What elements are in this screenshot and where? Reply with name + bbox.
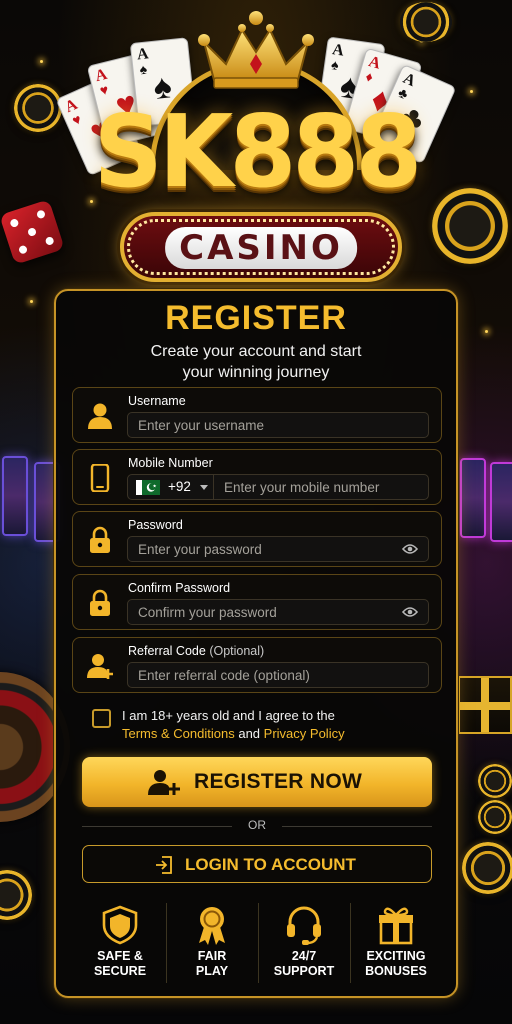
feature-bonuses: EXCITING BONUSES	[350, 897, 442, 989]
casino-badge: CASINO	[120, 212, 402, 282]
slot-machine	[2, 456, 28, 536]
agree-checkbox[interactable]	[92, 709, 111, 728]
register-panel: REGISTER Create your account and start y…	[54, 289, 458, 998]
agreement-text: I am 18+ years old and I agree to the Te…	[122, 707, 345, 743]
privacy-link[interactable]: Privacy Policy	[264, 726, 345, 741]
register-screen: A ♥ ♥ A ♥ ♥ A ♠ ♠ A ♠ ♠ A ♦ ♦ A ♣ ♣ SK888 CASINO	[0, 0, 512, 1024]
confirm-password-field: Confirm Password	[72, 574, 442, 630]
sparkle	[30, 300, 33, 303]
feature-line: 24/7	[291, 949, 317, 963]
poker-chip-icon	[462, 842, 512, 894]
feature-line: SAFE &	[97, 949, 143, 963]
referral-code-label: Referral Code (Optional)	[128, 644, 264, 658]
confirm-password-input-box	[127, 599, 429, 625]
page-title: REGISTER	[165, 299, 347, 337]
gift-icon	[379, 907, 413, 945]
feature-line: SECURE	[93, 964, 147, 978]
lock-icon	[90, 526, 110, 553]
chevron-down-icon	[200, 485, 208, 490]
feature-line: EXCITING	[366, 949, 426, 963]
user-icon	[88, 403, 112, 429]
pakistan-flag-icon	[136, 480, 160, 495]
phone-icon	[90, 464, 110, 492]
username-input-box	[127, 412, 429, 438]
or-divider: OR	[82, 818, 432, 834]
eye-icon[interactable]	[402, 543, 418, 555]
feature-text: FAIR PLAY	[166, 949, 258, 979]
slot-machine	[460, 458, 486, 538]
medal-icon	[199, 907, 225, 945]
headset-icon	[287, 906, 321, 945]
add-user-icon	[148, 770, 180, 795]
confirm-password-input[interactable]	[138, 600, 388, 624]
password-field: Password	[72, 511, 442, 567]
feature-text: EXCITING BONUSES	[350, 949, 442, 979]
mobile-input-box: +92	[127, 474, 429, 500]
logo-text: SK888	[93, 93, 423, 210]
referral-input-box	[127, 662, 429, 688]
gift-box-decor	[458, 676, 512, 734]
feature-line: BONUSES	[365, 964, 427, 978]
sparkle	[40, 60, 43, 63]
feature-line: PLAY	[195, 964, 229, 978]
referral-code-field: Referral Code (Optional)	[72, 637, 442, 693]
add-user-icon	[87, 654, 113, 679]
referral-label-text: Referral Code	[128, 644, 206, 658]
password-input-box	[127, 536, 429, 562]
username-input[interactable]	[138, 413, 388, 437]
and-text: and	[238, 726, 261, 741]
feature-fair-play: FAIR PLAY	[166, 897, 258, 989]
eye-icon[interactable]	[402, 606, 418, 618]
mobile-number-label: Mobile Number	[128, 456, 213, 470]
register-now-button[interactable]: REGISTER NOW	[82, 757, 432, 807]
username-label: Username	[128, 394, 186, 408]
confirm-password-label: Confirm Password	[128, 581, 231, 595]
slot-machine	[490, 462, 512, 542]
subtitle-line: your winning journey	[182, 364, 330, 381]
mobile-number-field: Mobile Number +92	[72, 449, 442, 505]
features-row: SAFE & SECURE FAIR PLAY 24/7 SUPPORT EXC…	[74, 897, 442, 991]
shield-icon	[102, 905, 138, 945]
feature-safe-secure: SAFE & SECURE	[74, 897, 166, 989]
terms-link[interactable]: Terms & Conditions	[122, 726, 235, 741]
country-code-select[interactable]: +92	[128, 475, 214, 499]
agreement-line: I am 18+ years old and I agree to the	[122, 708, 335, 723]
country-code: +92	[168, 479, 191, 494]
poker-chip-icon	[0, 870, 32, 920]
crown-icon	[198, 11, 314, 89]
password-label: Password	[128, 518, 183, 532]
casino-badge-text: CASINO	[165, 227, 357, 269]
username-field: Username	[72, 387, 442, 443]
password-input[interactable]	[138, 537, 388, 561]
feature-line: FAIR	[197, 949, 227, 963]
poker-chip-icon	[400, 2, 452, 42]
lock-icon	[90, 589, 110, 616]
register-now-label: REGISTER NOW	[194, 770, 363, 793]
referral-code-input[interactable]	[138, 663, 388, 687]
feature-line: SUPPORT	[273, 964, 335, 978]
poker-chip-icon	[478, 800, 512, 834]
optional-tag: (Optional)	[209, 644, 265, 658]
subtitle: Create your account and start your winni…	[56, 341, 456, 383]
feature-text: SAFE & SECURE	[74, 949, 166, 979]
age-terms-agreement: I am 18+ years old and I agree to the Te…	[92, 707, 422, 747]
subtitle-line: Create your account and start	[150, 343, 362, 360]
feature-support: 24/7 SUPPORT	[258, 897, 350, 989]
login-to-account-label: LOGIN TO ACCOUNT	[185, 855, 356, 874]
mobile-number-input[interactable]	[224, 475, 424, 499]
sparkle	[485, 330, 488, 333]
agreement-links: Terms & Conditions and Privacy Policy	[122, 725, 345, 743]
login-to-account-button[interactable]: LOGIN TO ACCOUNT	[82, 845, 432, 883]
poker-chip-icon	[478, 764, 512, 798]
feature-text: 24/7 SUPPORT	[258, 949, 350, 979]
login-icon	[156, 856, 172, 874]
